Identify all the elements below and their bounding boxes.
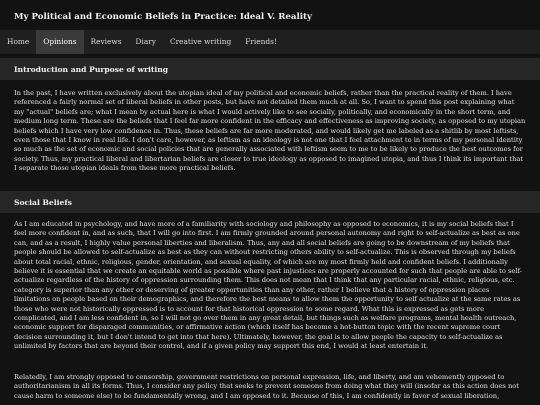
paragraph-intro: In the past, I have written exclusively … — [14, 89, 526, 173]
tab-reviews[interactable]: Reviews — [84, 30, 129, 54]
blog-page: My Political and Economic Beliefs in Pra… — [0, 0, 540, 405]
section-heading-text: Introduction and Purpose of writing — [14, 65, 169, 74]
blog-title[interactable]: My Political and Economic Beliefs in Pra… — [14, 12, 312, 22]
tab-friends[interactable]: Friends! — [238, 30, 284, 54]
section-heading-text: Social Beliefs — [14, 198, 72, 207]
tab-opinions[interactable]: Opinions — [36, 30, 84, 54]
paragraph-social-2: Relatedly, I am strongly opposed to cens… — [14, 373, 519, 400]
paragraph-social-1: As I am educated in psychology, and have… — [14, 220, 523, 351]
tab-diary[interactable]: Diary — [129, 30, 163, 54]
nav-bar: Home Opinions Reviews Diary Creative wri… — [0, 30, 540, 54]
tab-home[interactable]: Home — [0, 30, 36, 54]
tab-creative-writing[interactable]: Creative writing — [163, 30, 238, 54]
section-heading-social: Social Beliefs — [0, 191, 540, 213]
section-heading-intro: Introduction and Purpose of writing — [0, 58, 540, 80]
